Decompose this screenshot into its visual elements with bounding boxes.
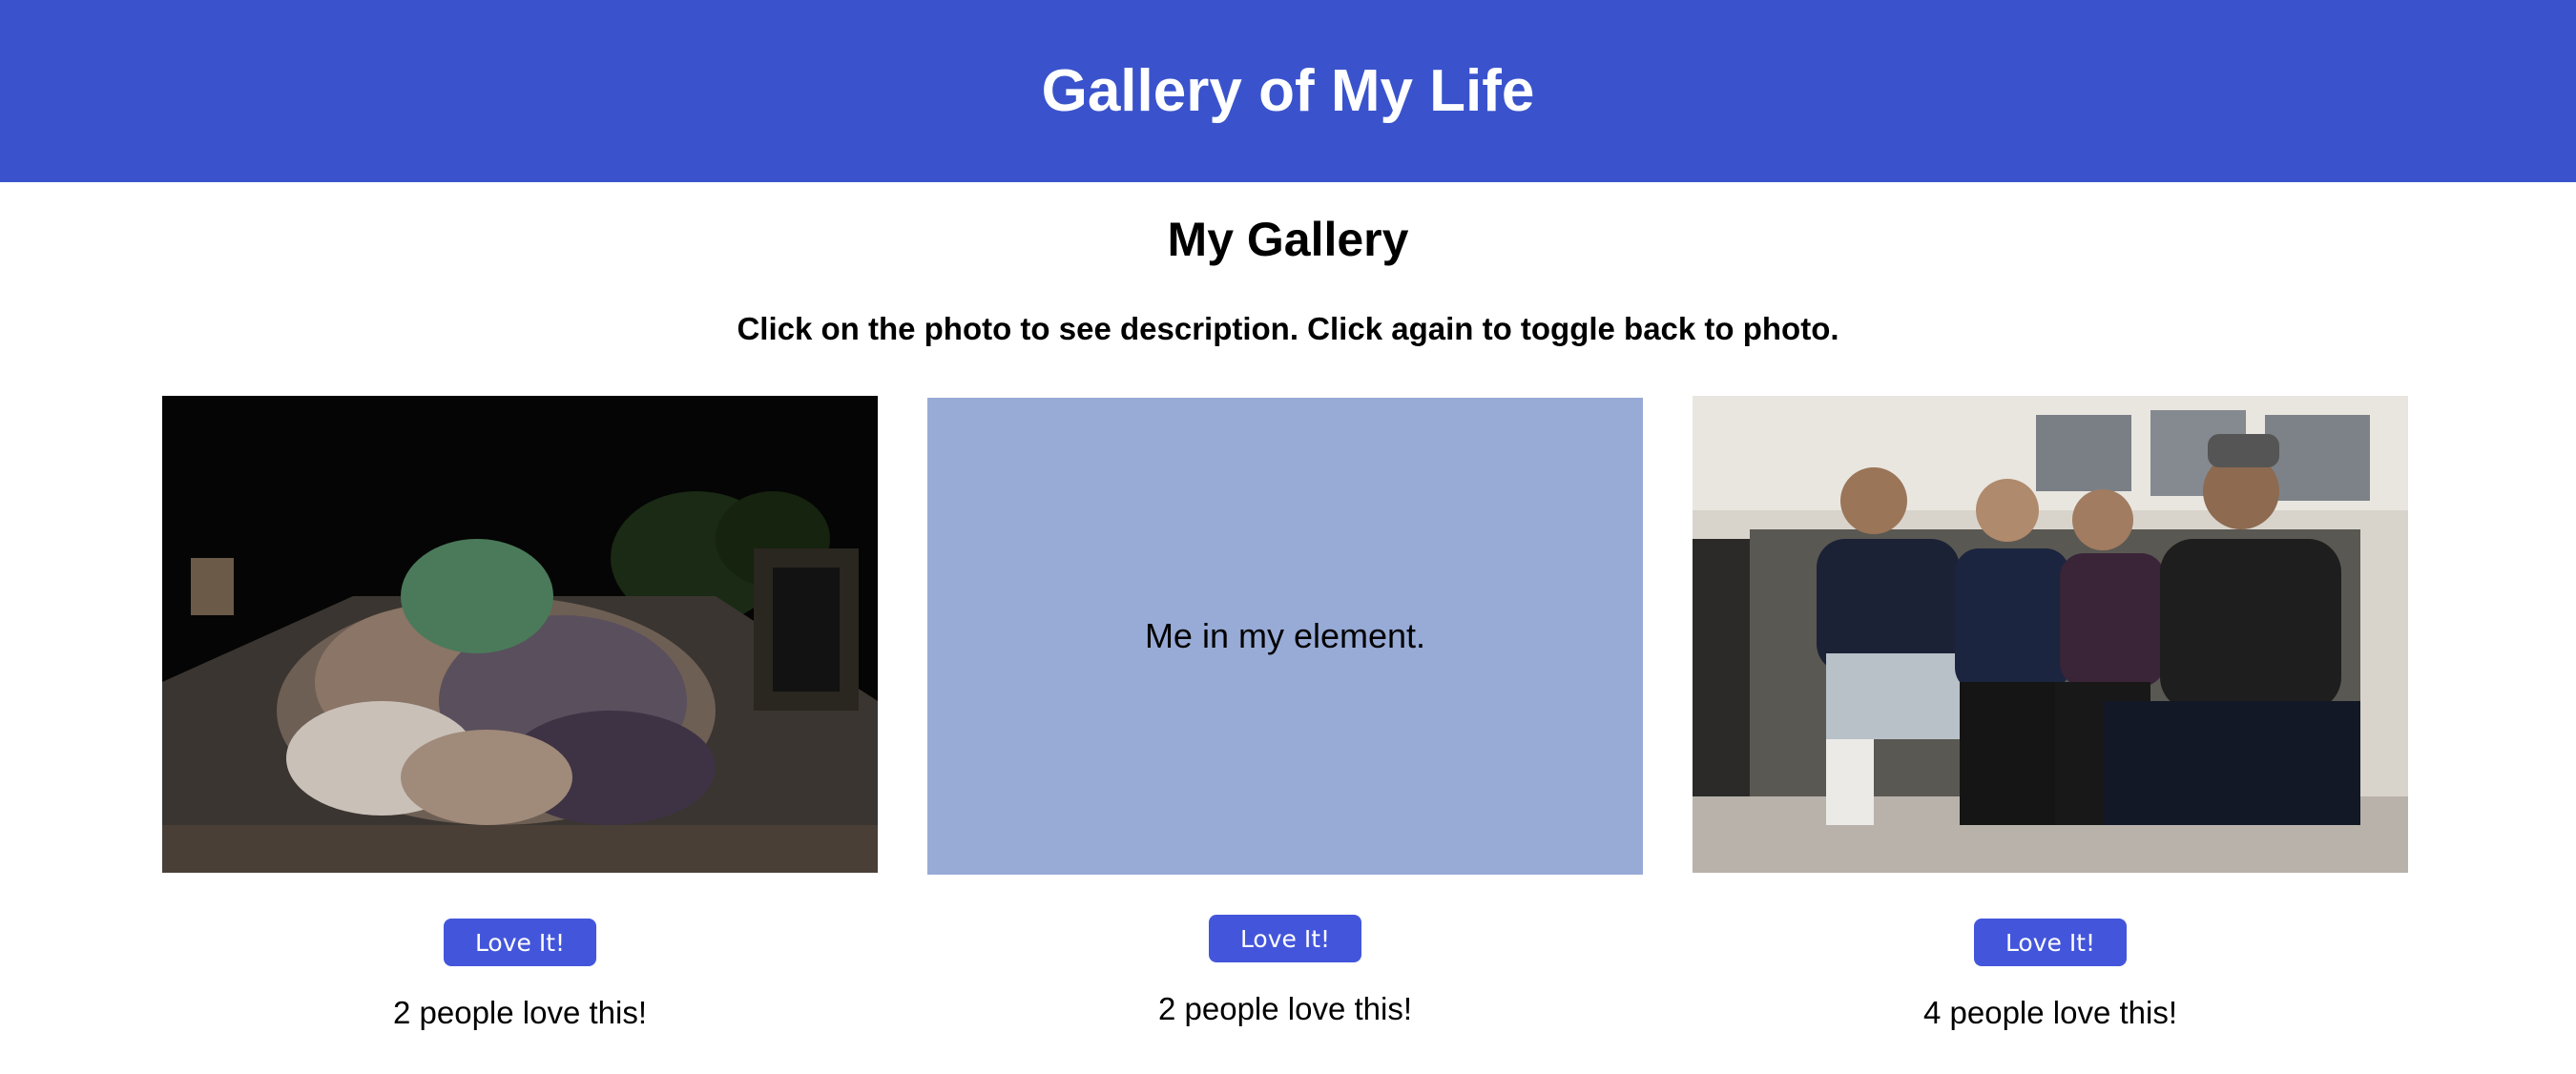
love-it-button[interactable]: Love It! bbox=[1974, 919, 2127, 966]
gallery-card-3: Love It! 4 people love this! bbox=[1693, 396, 2408, 1031]
site-header: Gallery of My Life bbox=[0, 0, 2576, 182]
gallery-title: My Gallery bbox=[1167, 213, 1409, 266]
site-title: Gallery of My Life bbox=[1041, 58, 1535, 124]
love-count: 2 people love this! bbox=[392, 995, 647, 1030]
love-it-button[interactable]: Love It! bbox=[1209, 915, 1361, 962]
description-text: Me in my element. bbox=[1144, 616, 1426, 655]
photo-description[interactable]: Me in my element. bbox=[927, 398, 1643, 875]
gallery-card-1: Love It! 2 people love this! bbox=[162, 396, 878, 1031]
gallery-card-2: Me in my element. Love It! 2 people love… bbox=[927, 396, 1643, 1027]
love-count: 2 people love this! bbox=[1157, 991, 1412, 1026]
photo-friends-couch[interactable] bbox=[1693, 396, 2408, 873]
gallery-instructions: Click on the photo to see description. C… bbox=[737, 311, 1839, 346]
love-count: 4 people love this! bbox=[1922, 995, 2177, 1030]
friends-couch-image bbox=[1693, 396, 2408, 873]
love-it-button[interactable]: Love It! bbox=[444, 919, 596, 966]
photo-group-night[interactable] bbox=[162, 396, 878, 873]
group-night-image bbox=[162, 396, 878, 873]
